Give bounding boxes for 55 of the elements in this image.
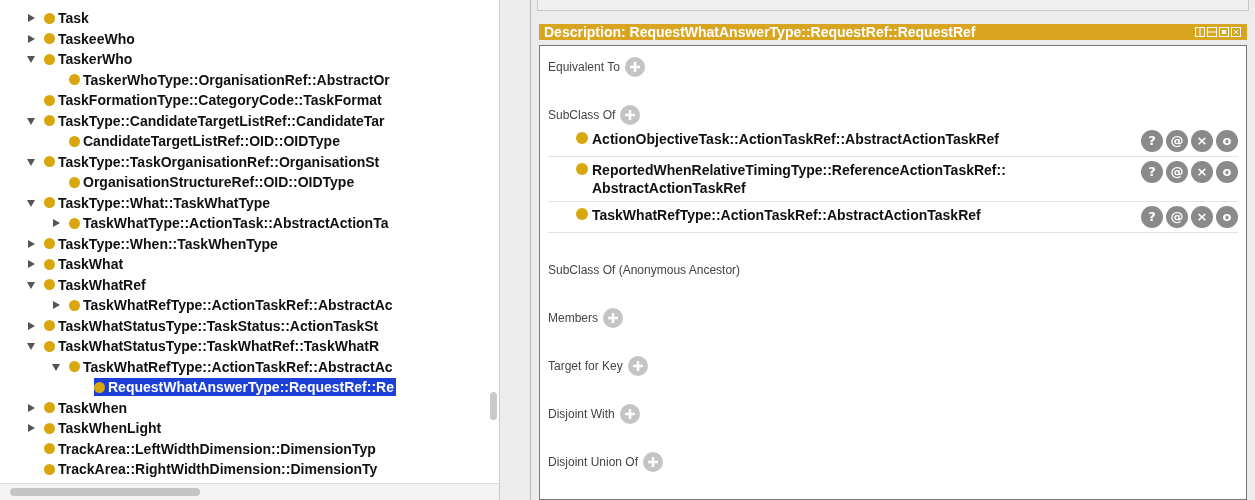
collapsed-arrow-icon[interactable] — [26, 402, 36, 413]
superclass-expression: TaskWhatRefType::ActionTaskRef::AbstractActionTaskRef — [592, 206, 982, 224]
expanded-arrow-icon[interactable] — [26, 279, 36, 290]
tree-item[interactable]: TrackArea::LeftWidthDimension::DimensionTyp — [44, 439, 378, 458]
tree-item[interactable]: TaskerWho — [44, 50, 135, 69]
tree-item[interactable]: TaskWhat — [44, 255, 126, 274]
tree-item[interactable]: TaskType::TaskOrganisationRef::OrganisationSt — [44, 152, 382, 171]
expanded-arrow-icon[interactable] — [26, 341, 36, 352]
section-label: Disjoint With — [548, 407, 615, 421]
expanded-arrow-icon[interactable] — [26, 197, 36, 208]
collapsed-arrow-icon[interactable] — [26, 33, 36, 44]
section-label: SubClass Of (Anonymous Ancestor) — [548, 263, 741, 277]
class-icon — [576, 132, 588, 144]
expanded-arrow-icon[interactable] — [51, 361, 61, 372]
tree-item[interactable]: TaskWhatStatusType::TaskWhatRef::TaskWhatR — [44, 337, 381, 356]
collapsed-arrow-icon[interactable] — [51, 218, 61, 229]
tree-item[interactable]: TaskWhatRefType::ActionTaskRef::AbstractAc — [69, 296, 395, 315]
collapsed-arrow-icon[interactable] — [26, 13, 36, 24]
tree-item[interactable]: TaskWhen — [44, 398, 129, 417]
tree-item[interactable]: TaskeeWho — [44, 29, 137, 48]
tree-item[interactable]: TaskWhenLight — [44, 419, 164, 438]
vertical-scrollbar[interactable] — [490, 392, 497, 420]
collapsed-arrow-icon[interactable] — [51, 300, 61, 311]
collapsed-arrow-icon[interactable] — [26, 423, 36, 434]
superclass-expression: ActionObjectiveTask::ActionTaskRef::AbstractActionTaskRef — [592, 130, 1000, 148]
tree-item[interactable]: TaskWhatRefType::ActionTaskRef::AbstractAc — [69, 357, 395, 376]
tree-item[interactable]: Task — [44, 9, 91, 28]
section-label: Disjoint Union Of — [548, 455, 639, 469]
tree-item[interactable]: TaskerWhoType::OrganisationRef::AbstractOr — [69, 70, 392, 89]
section-label: Members — [548, 311, 598, 325]
tree-item[interactable]: TaskWhatRef — [44, 275, 148, 294]
expanded-arrow-icon[interactable] — [26, 156, 36, 167]
horizontal-scrollbar[interactable] — [10, 488, 200, 496]
section-label: SubClass Of — [548, 108, 616, 122]
tree-item[interactable]: TaskType::CandidateTargetListRef::CandidateTar — [44, 111, 387, 130]
tree-item[interactable]: TrackArea::RightWidthDimension::DimensionTy — [44, 460, 380, 479]
tree-item[interactable]: TaskFormationType::CategoryCode::TaskFormat — [44, 91, 384, 110]
class-icon — [576, 163, 588, 175]
tree-item[interactable]: OrganisationStructureRef::OID::OIDType — [69, 173, 357, 192]
tree-item[interactable]: TaskType::When::TaskWhenType — [44, 234, 280, 253]
collapsed-arrow-icon[interactable] — [26, 259, 36, 270]
collapsed-arrow-icon[interactable] — [26, 238, 36, 249]
tree-item[interactable]: TaskType::What::TaskWhatType — [44, 193, 273, 212]
section-label: Equivalent To — [548, 60, 620, 74]
tree-item[interactable]: TaskWhatType::ActionTask::AbstractActionTa — [69, 214, 391, 233]
expanded-arrow-icon[interactable] — [26, 115, 36, 126]
tree-item[interactable]: TaskWhatStatusType::TaskStatus::ActionTaskSt — [44, 316, 381, 335]
class-icon — [576, 208, 588, 220]
expanded-arrow-icon[interactable] — [26, 54, 36, 65]
section-label: Target for Key — [548, 359, 623, 373]
tree-item[interactable]: RequestWhatAnswerType::RequestRef::Re — [94, 378, 396, 397]
tree-item[interactable]: CandidateTargetListRef::OID::OIDType — [69, 132, 342, 151]
collapsed-arrow-icon[interactable] — [26, 320, 36, 331]
superclass-expression: ReportedWhenRelativeTimingType::ReferenceActionTaskRef::AbstractActionTaskRef — [592, 161, 1007, 197]
panel-title: Description: RequestWhatAnswerType::RequestRef::RequestRef — [544, 24, 976, 40]
